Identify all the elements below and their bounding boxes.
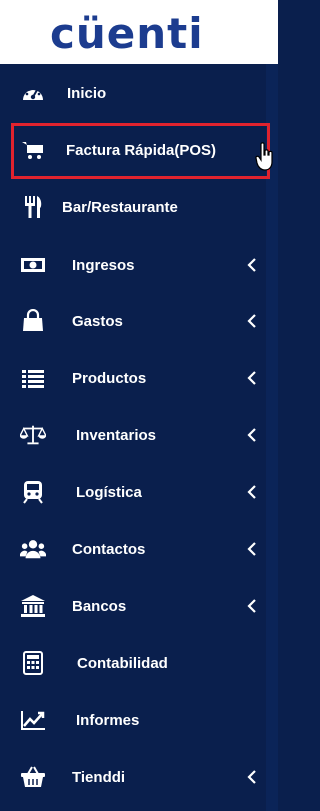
menu-item-productos[interactable]: Productos [0,350,266,406]
menu-label-ingresos: Ingresos [72,256,135,274]
chevron-left-icon [245,768,259,786]
money-bill-icon [20,254,46,276]
menu-item-contactos[interactable]: Contactos [0,521,266,577]
menu-item-inicio[interactable]: Inicio [0,65,266,121]
brand-name: cüenti [50,8,204,58]
menu-item-contabilidad[interactable]: Contabilidad [0,635,266,691]
menu-item-logistica[interactable]: Logística [0,464,266,520]
train-icon [20,481,46,504]
chevron-left-icon [245,312,259,330]
fork-knife-icon [20,196,46,218]
menu-label-informes: Informes [76,711,140,729]
menu-label-factura-rapida: Factura Rápida(POS) [66,141,217,159]
chevron-left-icon [245,540,259,558]
balance-scale-icon [20,424,46,446]
bank-icon [20,595,46,617]
cuenti-logo[interactable]: cüenti [50,8,204,58]
menu-item-inventarios[interactable]: Inventarios [0,407,266,463]
menu-item-tienddi[interactable]: Tienddi [0,749,266,805]
menu-label-contabilidad: Contabilidad [77,654,168,672]
users-icon [20,538,46,560]
line-chart-icon [20,709,46,731]
sidebar-scrollbar[interactable] [266,64,278,811]
chevron-left-icon [245,369,259,387]
logo-bar: cüenti [0,0,278,64]
menu-item-factura-rapida[interactable]: Factura Rápida(POS) [0,122,266,178]
menu-item-bancos[interactable]: Bancos [0,578,266,634]
menu-label-inventarios: Inventarios [76,426,157,444]
app-window: cüenti Inicio Factura Rápida(POS) Bar/Re… [0,0,278,811]
list-icon [20,367,46,389]
menu-item-ingresos[interactable]: Ingresos [0,237,266,293]
menu-label-logistica: Logística [76,483,142,501]
dashboard-gauge-icon [20,82,46,104]
menu-item-informes[interactable]: Informes [0,692,266,748]
chevron-left-icon [245,256,259,274]
menu-label-tienddi: Tienddi [72,768,126,786]
chevron-left-icon [245,426,259,444]
calculator-icon [20,651,46,675]
menu-label-bar-restaurante: Bar/Restaurante [62,198,178,216]
chevron-left-icon [245,597,259,615]
menu-label-productos: Productos [72,369,147,387]
menu-label-contactos: Contactos [72,540,146,558]
chevron-left-icon [245,483,259,501]
menu-item-gastos[interactable]: Gastos [0,293,266,349]
menu-label-inicio: Inicio [67,84,107,102]
menu-label-gastos: Gastos [72,312,123,330]
hand-pointer-cursor-icon [255,142,275,172]
menu-item-bar-restaurante[interactable]: Bar/Restaurante [0,179,266,235]
basket-icon [20,766,46,788]
menu-label-bancos: Bancos [72,597,127,615]
shopping-cart-icon [20,139,46,161]
shopping-bag-icon [20,309,46,332]
